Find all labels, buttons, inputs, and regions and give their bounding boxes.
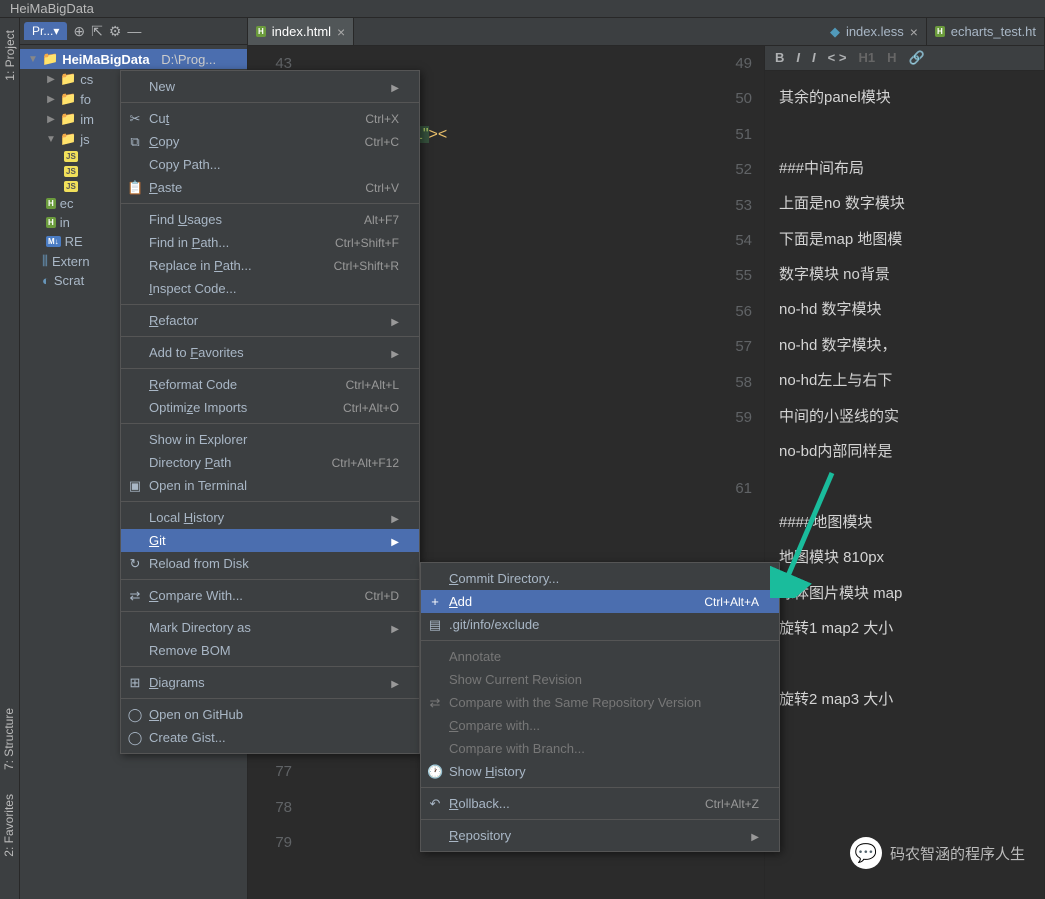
context-menu-main: New ▶ ✂CutCtrl+X⧉CopyCtrl+CCopy Path...📋P… <box>120 70 420 754</box>
gutter-right-split: 4950515253545556575859 61 <box>720 46 764 506</box>
wechat-icon: 💬 <box>850 837 882 869</box>
left-gutter-tabs: 1: Project 7: Structure 2: Favorites <box>0 18 20 899</box>
menu-item[interactable]: 🕐Show History <box>421 760 779 783</box>
tab-index-less[interactable]: ◆index.less× <box>822 18 927 45</box>
menu-item[interactable]: ⊞Diagrams ▶ <box>121 671 419 694</box>
markdown-format-bar: B I I < > H1 H 🔗 <box>765 46 1044 71</box>
menu-item[interactable]: Annotate <box>421 645 779 668</box>
less-icon: ◆ <box>830 24 840 40</box>
context-menu-git: Commit Directory...+AddCtrl+Alt+A▤.git/i… <box>420 562 780 852</box>
menu-item[interactable]: Show in Explorer <box>121 428 419 451</box>
editor-right[interactable]: B I I < > H1 H 🔗 其余的panel模块 ###中间布局上面是no… <box>765 46 1045 899</box>
gear-icon[interactable]: ⚙ <box>109 23 122 40</box>
project-panel-header: Pr...▾ ⊕ ⇱ ⚙ — <box>20 18 247 45</box>
italic2-icon[interactable]: I <box>812 50 816 66</box>
tab-index-html[interactable]: Hindex.html× <box>248 18 354 45</box>
menu-item[interactable]: ⇄Compare With...Ctrl+D <box>121 584 419 607</box>
title-bar: HeiMaBigData <box>0 0 1045 18</box>
menu-item[interactable]: Compare with Branch... <box>421 737 779 760</box>
menu-item[interactable]: ⇄Compare with the Same Repository Versio… <box>421 691 779 714</box>
menu-item[interactable]: Show Current Revision <box>421 668 779 691</box>
close-icon[interactable]: × <box>337 24 345 40</box>
menu-item[interactable]: Remove BOM <box>121 639 419 662</box>
menu-item[interactable]: Refactor ▶ <box>121 309 419 332</box>
link-icon[interactable]: 🔗 <box>908 50 924 66</box>
menu-item[interactable]: +AddCtrl+Alt+A <box>421 590 779 613</box>
h1-icon[interactable]: H1 <box>858 50 875 66</box>
menu-item[interactable]: 📋PasteCtrl+V <box>121 176 419 199</box>
menu-item[interactable]: Find UsagesAlt+F7 <box>121 208 419 231</box>
italic-icon[interactable]: I <box>796 50 800 66</box>
menu-item[interactable]: Compare with... <box>421 714 779 737</box>
menu-item[interactable]: Replace in Path...Ctrl+Shift+R <box>121 254 419 277</box>
menu-item[interactable]: Reformat CodeCtrl+Alt+L <box>121 373 419 396</box>
menu-item[interactable]: Add to Favorites ▶ <box>121 341 419 364</box>
code-icon[interactable]: < > <box>828 50 847 66</box>
menu-item[interactable]: ◯Create Gist... <box>121 726 419 749</box>
target-icon[interactable]: ⊕ <box>73 23 85 40</box>
project-dropdown[interactable]: Pr...▾ <box>24 22 67 40</box>
editor-tab-bar: Hindex.html× ◆index.less× Hecharts_test.… <box>248 18 1045 46</box>
expand-icon[interactable]: ⇱ <box>91 23 103 40</box>
code-right[interactable]: 其余的panel模块 ###中间布局上面是no 数字模块下面是map 地图模数字… <box>779 80 905 717</box>
menu-item[interactable]: Repository ▶ <box>421 824 779 847</box>
menu-item[interactable]: ▣Open in Terminal <box>121 474 419 497</box>
hide-icon[interactable]: — <box>127 23 141 39</box>
menu-item[interactable]: ✂CutCtrl+X <box>121 107 419 130</box>
watermark: 💬 码农智涵的程序人生 <box>850 837 1025 869</box>
menu-item[interactable]: ↶Rollback...Ctrl+Alt+Z <box>421 792 779 815</box>
menu-item[interactable]: Commit Directory... <box>421 567 779 590</box>
menu-item[interactable]: New ▶ <box>121 75 419 98</box>
menu-item[interactable]: ↻Reload from Disk <box>121 552 419 575</box>
menu-item[interactable]: Local History ▶ <box>121 506 419 529</box>
menu-item[interactable]: ⧉CopyCtrl+C <box>121 130 419 153</box>
html-icon: H <box>256 26 266 37</box>
menu-item[interactable]: Inspect Code... <box>121 277 419 300</box>
tab-structure[interactable]: 7: Structure <box>0 696 18 782</box>
menu-item[interactable]: Git ▶ <box>121 529 419 552</box>
tree-root[interactable]: ▼📁HeiMaBigData D:\Prog... <box>20 49 247 69</box>
close-icon[interactable]: × <box>910 24 918 40</box>
menu-item[interactable]: ▤.git/info/exclude <box>421 613 779 636</box>
menu-item[interactable]: Find in Path...Ctrl+Shift+F <box>121 231 419 254</box>
menu-item[interactable]: Optimize ImportsCtrl+Alt+O <box>121 396 419 419</box>
menu-item[interactable]: Copy Path... <box>121 153 419 176</box>
menu-item[interactable]: ◯Open on GitHub <box>121 703 419 726</box>
tab-echarts[interactable]: Hecharts_test.ht <box>927 18 1045 45</box>
menu-item[interactable]: Directory PathCtrl+Alt+F12 <box>121 451 419 474</box>
tab-project[interactable]: 1: Project <box>0 18 19 93</box>
h-icon[interactable]: H <box>887 50 896 66</box>
html-icon: H <box>935 26 945 37</box>
bold-icon[interactable]: B <box>775 50 784 66</box>
menu-item[interactable]: Mark Directory as ▶ <box>121 616 419 639</box>
tab-favorites[interactable]: 2: Favorites <box>0 782 18 869</box>
